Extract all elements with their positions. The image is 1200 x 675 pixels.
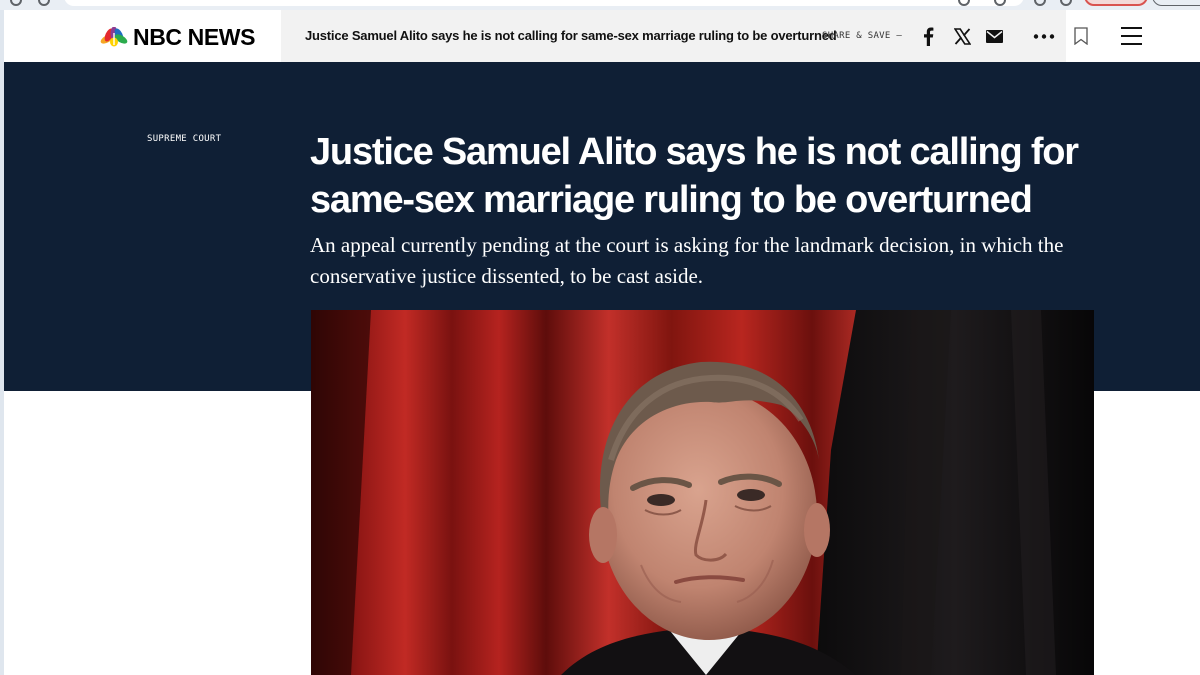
- browser-toolbar: [0, 0, 1200, 10]
- more-icon[interactable]: [1032, 26, 1056, 46]
- lead-photo-image: [311, 310, 1094, 675]
- browser-menu-button[interactable]: [1152, 0, 1200, 6]
- header-article-strip: Justice Samuel Alito says he is not call…: [281, 10, 1066, 62]
- address-bar[interactable]: [64, 0, 1024, 6]
- article-dek: An appeal currently pending at the court…: [310, 233, 1064, 288]
- facebook-icon[interactable]: [921, 26, 935, 46]
- logo-wordmark: NBC NEWS: [133, 23, 256, 50]
- lead-photo: [311, 310, 1094, 675]
- section-label[interactable]: SUPREME COURT: [147, 134, 221, 144]
- article-headline: Justice Samuel Alito says he is not call…: [310, 131, 1079, 221]
- download-icon[interactable]: [1060, 0, 1072, 6]
- bookmark-icon[interactable]: [1073, 26, 1089, 46]
- web-page: NBC NEWS Justice Samuel Alito says he is…: [4, 10, 1200, 675]
- menu-icon[interactable]: [1121, 27, 1142, 45]
- header-article-title: Justice Samuel Alito says he is not call…: [305, 28, 837, 43]
- site-header: NBC NEWS Justice Samuel Alito says he is…: [4, 10, 1200, 63]
- back-icon[interactable]: [10, 0, 22, 6]
- peacock-icon: [100, 27, 128, 47]
- x-icon[interactable]: [953, 26, 971, 46]
- profile-button[interactable]: [1084, 0, 1148, 6]
- reload-icon[interactable]: [38, 0, 50, 6]
- share-save-label: SHARE & SAVE —: [822, 31, 903, 41]
- puzzle-icon[interactable]: [1034, 0, 1046, 6]
- mail-icon[interactable]: [985, 26, 1003, 46]
- nbc-news-logo[interactable]: NBC NEWS: [99, 24, 255, 50]
